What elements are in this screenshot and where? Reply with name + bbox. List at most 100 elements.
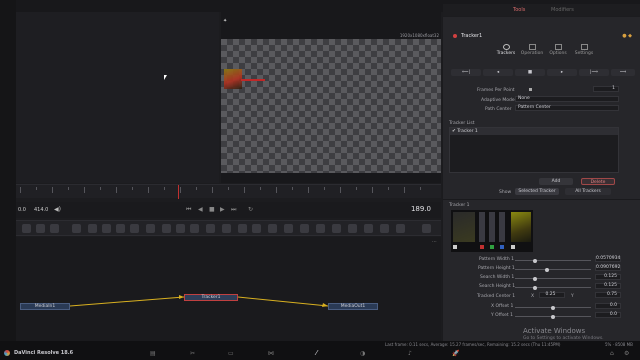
planar-tool-icon[interactable] [284, 224, 293, 233]
node-mediaout[interactable]: MediaOut1 [328, 303, 378, 310]
y-offset-knob[interactable] [551, 314, 555, 319]
polygon-tool-icon[interactable] [238, 224, 247, 233]
camera-tool-icon[interactable] [332, 224, 341, 233]
paint-tool-icon[interactable] [50, 224, 59, 233]
node-editor-dots-icon[interactable]: ⋯ [432, 239, 437, 245]
brush-tool-icon[interactable] [72, 224, 81, 233]
search-height-field[interactable]: 0.125 [595, 283, 621, 289]
tracked-center-y-field[interactable]: 0.75 [595, 292, 621, 298]
pattern-height-knob[interactable] [545, 267, 549, 272]
pattern-width-field[interactable]: 0.0570934 [595, 256, 621, 262]
go-to-start-icon[interactable]: ⏮ [186, 206, 191, 214]
adaptive-mode-select[interactable]: None [515, 96, 619, 102]
render-tool-icon[interactable] [364, 224, 373, 233]
go-to-end-icon[interactable]: ⏭ [231, 206, 236, 214]
shape-tool-icon[interactable] [380, 224, 389, 233]
add-button[interactable]: Add [539, 178, 573, 185]
resize-tool-icon[interactable] [190, 224, 199, 233]
playhead[interactable] [178, 185, 179, 199]
page-color-icon[interactable]: ◑ [360, 350, 365, 357]
play-icon[interactable]: ▶ [220, 206, 225, 213]
tracker-list-item[interactable]: ✔ Tracker 1 [450, 128, 618, 135]
crop-tool-icon[interactable] [176, 224, 185, 233]
page-media-icon[interactable]: ▤ [150, 350, 156, 357]
time-ruler[interactable] [16, 184, 441, 199]
drop-tool-icon[interactable] [130, 224, 139, 233]
tracker-marker[interactable] [241, 79, 265, 81]
track-reverse-step-button[interactable]: ◂ [483, 69, 513, 76]
tab-options[interactable]: Options [545, 44, 571, 56]
start-frame[interactable]: 0.0 [18, 207, 26, 213]
search-width-knob[interactable] [533, 276, 537, 281]
channel-red-icon[interactable] [480, 245, 484, 249]
current-frame[interactable]: 189.0 [411, 205, 431, 213]
search-width-field[interactable]: 0.125 [595, 274, 621, 280]
home-icon[interactable]: ⌂ [610, 350, 614, 357]
viewer-right[interactable]: 1920x1080xfloat32 ✦ [221, 12, 441, 183]
pattern-height-slider[interactable] [515, 267, 591, 272]
background-tool-icon[interactable] [22, 224, 31, 233]
light-tool-icon[interactable] [348, 224, 357, 233]
rectangle-tool-icon[interactable] [88, 224, 97, 233]
track-reverse-button[interactable]: ⟸| [451, 69, 481, 76]
page-fairlight-icon[interactable]: ♪ [408, 350, 412, 357]
tab-settings[interactable]: Settings [571, 44, 597, 56]
color-tool-icon[interactable] [146, 224, 155, 233]
grid-tool-icon[interactable] [206, 224, 215, 233]
page-fusion-icon[interactable]: ⁄ [316, 349, 317, 357]
y-offset-slider[interactable] [515, 314, 591, 319]
mask-tool-icon[interactable] [222, 224, 231, 233]
fx-tool-icon[interactable] [396, 224, 405, 233]
frames-per-point-field[interactable]: 1 [593, 86, 619, 92]
track-to-end-button[interactable]: ⟹ [611, 69, 635, 76]
pattern-white-icon-2[interactable] [511, 245, 515, 249]
particle-tool-icon[interactable] [300, 224, 309, 233]
pattern-width-knob[interactable] [533, 258, 537, 263]
loop-icon[interactable]: ↻ [248, 206, 253, 213]
viewer-canvas[interactable] [221, 39, 441, 173]
search-width-slider[interactable] [515, 276, 591, 281]
page-deliver-icon[interactable]: 🚀 [452, 350, 459, 357]
search-height-knob[interactable] [533, 285, 537, 290]
channel-blue-icon[interactable] [500, 245, 504, 249]
viewer-left[interactable] [16, 12, 219, 183]
tracked-center-x-field[interactable]: 0.25 [539, 292, 565, 298]
tracker-list[interactable]: ✔ Tracker 1 [449, 127, 619, 173]
tab-modifiers[interactable]: Modifiers [551, 7, 574, 13]
tab-operation[interactable]: Operation [519, 44, 545, 56]
stop-tracking-button[interactable]: ■ [515, 69, 545, 76]
node-tracker[interactable]: Tracker1 [184, 294, 238, 301]
settings-gear-icon[interactable]: ⚙ [624, 350, 629, 357]
transform-tool-icon[interactable] [162, 224, 171, 233]
speaker-icon[interactable]: ◀) [54, 206, 61, 213]
pattern-white-icon[interactable] [453, 245, 457, 249]
end-frame[interactable]: 414.0 [34, 207, 48, 213]
x-offset-knob[interactable] [551, 305, 555, 310]
tab-tools[interactable]: Tools [513, 7, 525, 13]
pattern-width-slider[interactable] [515, 258, 591, 263]
x-offset-slider[interactable] [515, 305, 591, 310]
page-edit-icon[interactable]: ▭ [228, 350, 234, 357]
merge-tool-icon[interactable] [102, 224, 111, 233]
3d-tool-icon[interactable] [316, 224, 325, 233]
delete-button[interactable]: Delete [581, 178, 615, 185]
blur-tool-icon[interactable] [116, 224, 125, 233]
all-trackers-button[interactable]: All Trackers [565, 188, 611, 195]
bspline-tool-icon[interactable] [252, 224, 261, 233]
pattern-height-field[interactable]: 0.0907692 [595, 265, 621, 271]
play-reverse-icon[interactable]: ◀ [198, 206, 203, 213]
selected-tracker-button[interactable]: Selected Tracker [515, 188, 559, 195]
expand-tools-icon[interactable] [422, 224, 431, 233]
checkbox-icon[interactable]: ✔ [452, 129, 456, 134]
node-mediain[interactable]: MediaIn1 [20, 303, 70, 310]
stop-icon[interactable]: ■ [209, 206, 215, 213]
track-forward-step-button[interactable]: ▸ [547, 69, 577, 76]
x-offset-field[interactable]: 0.0 [595, 303, 621, 309]
page-cut-icon[interactable]: ✂ [190, 350, 195, 357]
track-forward-button[interactable]: |⟹ [579, 69, 609, 76]
node-editor[interactable]: MediaIn1 Tracker1 MediaOut1 ⋯ [16, 237, 441, 341]
search-height-slider[interactable] [515, 285, 591, 290]
page-edit2-icon[interactable]: ⋈ [268, 350, 274, 357]
y-offset-field[interactable]: 0.0 [595, 312, 621, 318]
tracker-tool-icon[interactable] [268, 224, 277, 233]
